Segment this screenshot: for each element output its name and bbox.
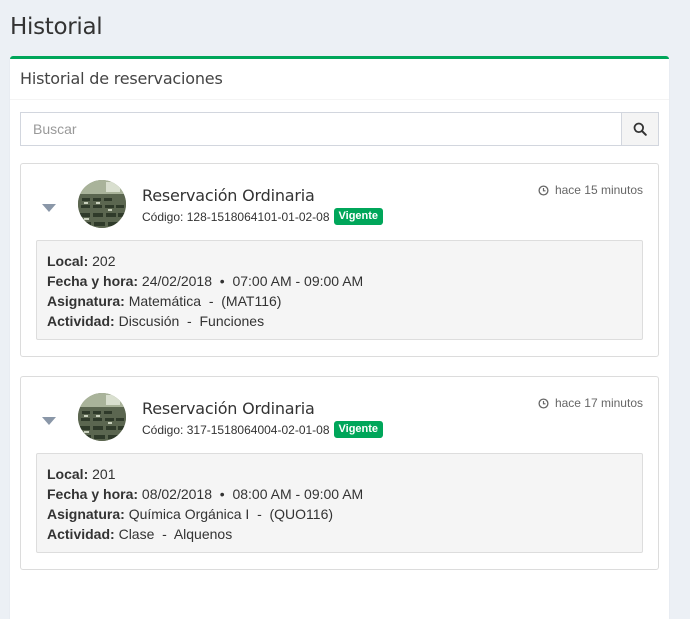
asignatura-label: Asignatura: bbox=[47, 506, 125, 522]
asignatura-label: Asignatura: bbox=[47, 293, 125, 309]
local-label: Local: bbox=[47, 466, 89, 482]
hora-value: 08:00 AM - 09:00 AM bbox=[232, 486, 364, 502]
fecha-value: 08/02/2018 bbox=[141, 486, 212, 502]
clock-icon bbox=[538, 184, 549, 196]
separator-dot: • bbox=[219, 486, 225, 502]
panel-header: Historial de reservaciones bbox=[10, 59, 669, 100]
code-label: Código: bbox=[142, 209, 184, 224]
hora-value: 07:00 AM - 09:00 AM bbox=[232, 273, 364, 289]
search-icon bbox=[633, 122, 647, 136]
time-ago: hace 15 minutos bbox=[554, 183, 643, 197]
actividad-label: Actividad: bbox=[47, 313, 115, 329]
actividad-value: Discusión - Funciones bbox=[118, 313, 265, 329]
page-title: Historial bbox=[10, 14, 103, 40]
local-value: 201 bbox=[92, 466, 116, 482]
fecha-value: 24/02/2018 bbox=[141, 273, 212, 289]
reservation-card: Reservación Ordinaria Código: 317-151806… bbox=[20, 376, 659, 570]
search-bar bbox=[20, 112, 659, 146]
classroom-avatar bbox=[78, 393, 126, 441]
status-badge: Vigente bbox=[333, 421, 384, 438]
panel-title: Historial de reservaciones bbox=[20, 69, 223, 88]
search-button[interactable] bbox=[621, 112, 659, 146]
clock-icon bbox=[538, 397, 549, 409]
classroom-avatar bbox=[78, 180, 126, 228]
time-ago: hace 17 minutos bbox=[554, 396, 643, 410]
local-label: Local: bbox=[47, 253, 89, 269]
reservation-time: hace 15 minutos bbox=[538, 183, 643, 197]
separator-dot: • bbox=[219, 273, 225, 289]
history-panel: Historial de reservaciones Buscar Reserv… bbox=[10, 56, 669, 619]
reservation-title: Reservación Ordinaria bbox=[142, 399, 315, 418]
collapse-caret-icon[interactable] bbox=[42, 417, 56, 425]
actividad-label: Actividad: bbox=[47, 526, 115, 542]
code-value: 128-1518064101-01-02-08 bbox=[186, 209, 330, 224]
asignatura-value: Matemática - (MAT116) bbox=[128, 293, 282, 309]
asignatura-value: Química Orgánica I - (QUO116) bbox=[128, 506, 334, 522]
reservation-card: Reservación Ordinaria Código: 128-151806… bbox=[20, 163, 659, 357]
code-label: Código: bbox=[142, 422, 184, 437]
search-input[interactable] bbox=[20, 112, 621, 146]
reservation-details: Local: 201 Fecha y hora: 08/02/2018 • 08… bbox=[36, 453, 643, 553]
reservation-details: Local: 202 Fecha y hora: 24/02/2018 • 07… bbox=[36, 240, 643, 340]
reservation-code: Código: 317-1518064004-02-01-08 Vigente bbox=[142, 421, 384, 438]
fecha-label: Fecha y hora: bbox=[47, 486, 139, 502]
local-value: 202 bbox=[92, 253, 116, 269]
fecha-label: Fecha y hora: bbox=[47, 273, 139, 289]
collapse-caret-icon[interactable] bbox=[42, 204, 56, 212]
code-value: 317-1518064004-02-01-08 bbox=[186, 422, 330, 437]
actividad-value: Clase - Alquenos bbox=[118, 526, 233, 542]
reservation-title: Reservación Ordinaria bbox=[142, 186, 315, 205]
reservation-code: Código: 128-1518064101-01-02-08 Vigente bbox=[142, 208, 384, 225]
status-badge: Vigente bbox=[333, 208, 384, 225]
reservation-time: hace 17 minutos bbox=[538, 396, 643, 410]
